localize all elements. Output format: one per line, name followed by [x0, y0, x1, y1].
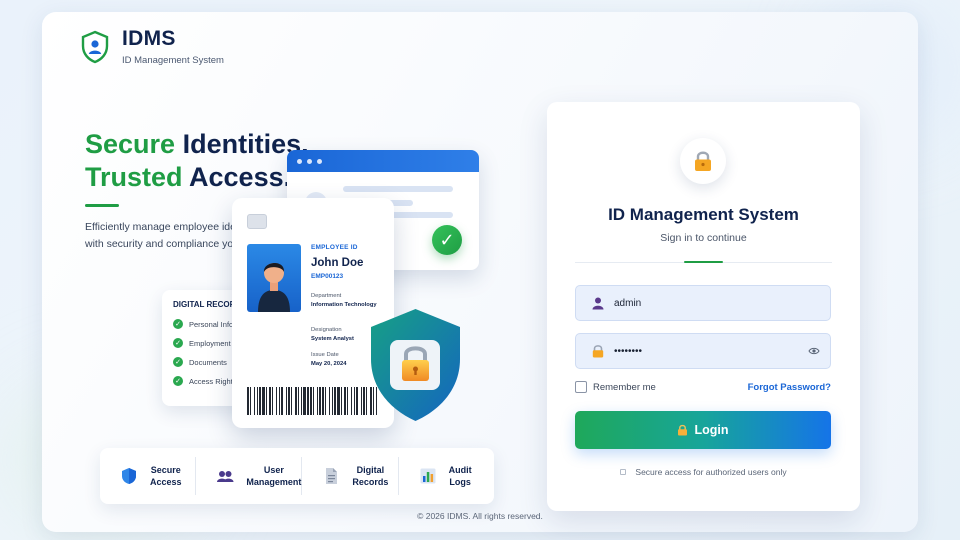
- login-title: ID Management System: [608, 205, 799, 224]
- remember-me-label[interactable]: Remember me: [593, 382, 656, 393]
- users-icon: [217, 471, 234, 482]
- hero-accent: Secure: [85, 129, 176, 159]
- placeholder-line: [343, 186, 453, 192]
- login-lock-badge: [680, 138, 726, 184]
- feature-digital-records: Digital Records: [302, 457, 399, 495]
- shield-lock-icon: [371, 309, 460, 421]
- id-card-field-label: Department: [311, 293, 342, 299]
- list-item-label: Documents: [189, 357, 227, 367]
- username-field[interactable]: [575, 285, 831, 321]
- remember-me-checkbox[interactable]: [575, 381, 587, 393]
- feature-label: Secure Access: [150, 465, 182, 487]
- divider-accent: [684, 261, 723, 263]
- hero-text: Access.: [189, 162, 292, 192]
- password-input[interactable]: [614, 345, 808, 357]
- username-input[interactable]: [614, 297, 830, 309]
- id-card-name: John Doe: [311, 257, 364, 269]
- check-icon: ✓: [173, 319, 183, 329]
- eye-icon[interactable]: [808, 345, 820, 357]
- password-field[interactable]: [575, 333, 831, 369]
- feature-label: Audit Logs: [448, 465, 472, 487]
- list-item-label: Personal Info: [189, 319, 234, 329]
- login-button-label: Login: [694, 423, 729, 437]
- brand-title: IDMS: [122, 27, 176, 50]
- hero-headline-line1: Secure Identities.: [85, 128, 309, 161]
- forgot-password-link[interactable]: Forgot Password?: [748, 382, 831, 393]
- id-card-header: EMPLOYEE ID: [311, 244, 358, 251]
- window-dot: [307, 158, 312, 164]
- check-icon: ✓: [432, 225, 462, 255]
- avatar: [247, 244, 301, 312]
- check-icon: ✓: [173, 338, 183, 348]
- feature-user-management: User Management: [196, 457, 303, 495]
- lock-icon: [592, 345, 604, 358]
- user-icon: [592, 297, 604, 310]
- brand-subtitle: ID Management System: [122, 55, 224, 66]
- check-icon: ✓: [173, 357, 183, 367]
- window-titlebar: [287, 150, 479, 172]
- copyright-text: © 2026 IDMS. All rights reserved.: [417, 511, 543, 521]
- person-icon: [258, 262, 290, 312]
- feature-audit-logs: Audit Logs: [399, 457, 494, 495]
- feature-label: Digital Records: [352, 465, 389, 487]
- padlock-icon: [695, 151, 711, 171]
- login-card: ID Management System Sign in to continue…: [547, 102, 860, 511]
- barcode: [247, 387, 377, 415]
- hero-headline-line2: Trusted Access.: [85, 161, 309, 194]
- window-dot: [297, 158, 302, 164]
- secure-note-text: Secure access for authorized users only: [635, 467, 787, 477]
- shield-user-icon: [81, 30, 109, 64]
- id-card-field-label: Issue Date: [311, 352, 339, 358]
- card-chip: [247, 214, 267, 229]
- login-button[interactable]: Login: [575, 411, 831, 449]
- document-icon: [326, 468, 338, 484]
- check-icon: ✓: [173, 376, 183, 386]
- brand-header: IDMS ID Management System: [80, 28, 224, 66]
- feature-label: User Management: [246, 465, 302, 487]
- shield-icon: [122, 468, 136, 484]
- list-item-label: Access Rights: [189, 376, 237, 386]
- secure-note: Secure access for authorized users only: [547, 467, 860, 477]
- window-dot: [317, 158, 322, 164]
- id-card-field-label: Designation: [311, 327, 342, 333]
- padlock-icon: [678, 424, 688, 436]
- feature-secure-access: Secure Access: [100, 457, 197, 495]
- lock-outline-icon: [620, 469, 627, 475]
- hero-divider: [85, 204, 119, 207]
- feature-bar: Secure Access User Management Digital Re…: [100, 448, 494, 504]
- login-subtitle: Sign in to continue: [660, 232, 747, 244]
- id-card-employee-id: EMP00123: [311, 273, 344, 280]
- bar-chart-icon: [420, 468, 436, 484]
- hero-accent: Trusted: [85, 162, 183, 192]
- remember-me[interactable]: Remember me: [575, 381, 656, 393]
- list-item-label: Employment: [189, 338, 231, 348]
